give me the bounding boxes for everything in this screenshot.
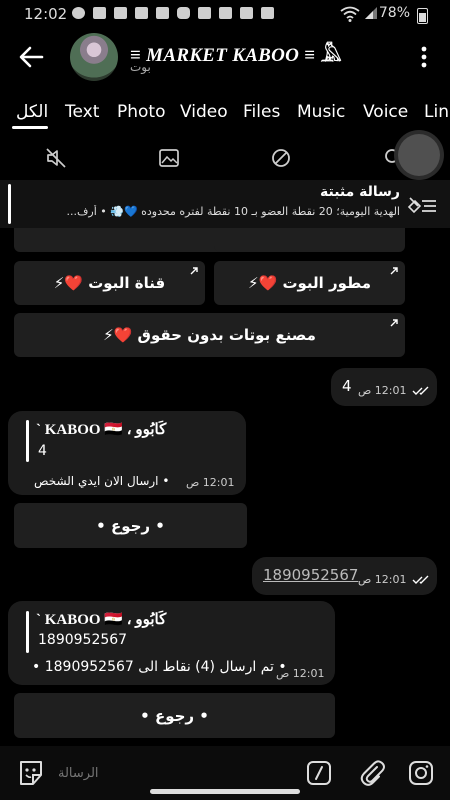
inline-button-label: • رجوع • — [96, 516, 165, 535]
read-ticks-icon — [412, 386, 429, 395]
pinned-list-icon[interactable] — [406, 195, 438, 217]
camera-icon[interactable] — [408, 760, 434, 786]
home-indicator — [150, 789, 300, 794]
avatar[interactable] — [70, 33, 118, 81]
message-input[interactable] — [56, 758, 260, 788]
battery-level: 78% — [378, 5, 410, 21]
back-arrow-icon[interactable] — [16, 42, 46, 72]
message-text: 4 — [342, 377, 352, 395]
gallery-notification-icon — [93, 7, 106, 19]
keyboard-button-label: مصنع بوتات بدون حقوق ❤️⚡ — [103, 326, 316, 344]
pinned-accent — [8, 184, 11, 224]
more-options-icon[interactable] — [412, 42, 436, 72]
keyboard-button-channel[interactable]: قناة البوت ❤️⚡ — [14, 261, 205, 305]
tab-text[interactable]: Text — [65, 102, 99, 122]
quoted-sender: ` KABOO 🇪🇬 ، كَابُوو — [36, 422, 167, 438]
media-toolbar — [0, 136, 450, 180]
scroll-handle[interactable] — [398, 134, 440, 176]
chat-title[interactable]: ≡ MARKET KABOO ≡ 𓅓 — [130, 37, 342, 68]
back-inline-button[interactable]: • رجوع • — [14, 503, 247, 548]
read-ticks-icon — [412, 575, 429, 584]
message-text: • ارسال الان ايدي الشخص — [34, 474, 170, 488]
message-link[interactable]: 1890952567 — [263, 566, 358, 584]
youtube-icon — [219, 7, 232, 19]
youtube-icon — [240, 7, 253, 19]
external-link-icon — [390, 267, 398, 275]
inline-button-label: • رجوع • — [140, 706, 209, 725]
message-time: 12:01 ص — [186, 476, 235, 489]
cloud-icon — [198, 7, 211, 19]
quote-accent — [26, 420, 29, 462]
quote-accent — [26, 611, 29, 653]
pinned-text: الهدية اليومية؛ 20 نقطة العضو بـ 10 نقطة… — [66, 205, 400, 218]
gallery-notification-icon — [261, 7, 274, 19]
keyboard-button-label: قناة البوت ❤️⚡ — [53, 274, 166, 292]
bot-commands-icon[interactable] — [306, 760, 332, 786]
tab-all[interactable]: الكل — [16, 102, 48, 122]
external-link-icon — [390, 319, 398, 327]
whatsapp-icon — [72, 7, 85, 19]
status-time: 12:02 — [24, 5, 68, 23]
keyboard-button-developer[interactable]: مطور البوت ❤️⚡ — [214, 261, 405, 305]
tab-video[interactable]: Video — [180, 102, 228, 122]
block-icon[interactable] — [269, 146, 293, 170]
message-time: 12:01 ص — [358, 384, 407, 397]
pinned-title: رسالة مثبتة — [319, 184, 400, 200]
attach-icon[interactable] — [358, 758, 386, 788]
keyboard-button-bot-factory[interactable]: مصنع بوتات بدون حقوق ❤️⚡ — [14, 313, 405, 357]
status-bar: 12:02 78% — [0, 0, 450, 28]
youtube-icon — [114, 7, 127, 19]
instagram-icon — [177, 7, 190, 19]
signal-icon — [365, 7, 377, 19]
youtube-icon — [156, 7, 169, 19]
wifi-icon — [340, 6, 360, 22]
mute-icon[interactable] — [44, 146, 68, 170]
youtube-icon — [135, 7, 148, 19]
quoted-text: 4 — [38, 443, 47, 459]
message-time: 12:01 ص — [276, 667, 325, 680]
back-inline-button[interactable]: • رجوع • — [14, 693, 335, 738]
tab-voice[interactable]: Voice — [363, 102, 408, 122]
message-text: • تم ارسال (4) نقاط الى 1890952567 • — [32, 659, 287, 675]
keyboard-button-partial[interactable] — [14, 228, 232, 252]
chat-subtitle: بوت — [130, 60, 151, 74]
tab-files[interactable]: Files — [243, 102, 280, 122]
keyboard-button-partial[interactable] — [214, 228, 405, 252]
quoted-text: 1890952567 — [38, 632, 128, 648]
external-link-icon — [190, 267, 198, 275]
tab-photo[interactable]: Photo — [117, 102, 166, 122]
quoted-sender: ` KABOO 🇪🇬 ، كَابُوو — [36, 612, 167, 628]
sticker-icon[interactable] — [16, 758, 46, 788]
keyboard-button-label: مطور البوت ❤️⚡ — [248, 274, 371, 292]
active-tab-indicator — [12, 126, 48, 129]
message-time: 12:01 ص — [358, 573, 407, 586]
filter-tabs: الكل Text Photo Video Files Music Voice … — [0, 96, 450, 132]
tab-music[interactable]: Music — [297, 102, 345, 122]
gallery-icon[interactable] — [157, 146, 181, 170]
tab-links[interactable]: Links — [424, 102, 450, 122]
battery-icon — [417, 8, 428, 24]
